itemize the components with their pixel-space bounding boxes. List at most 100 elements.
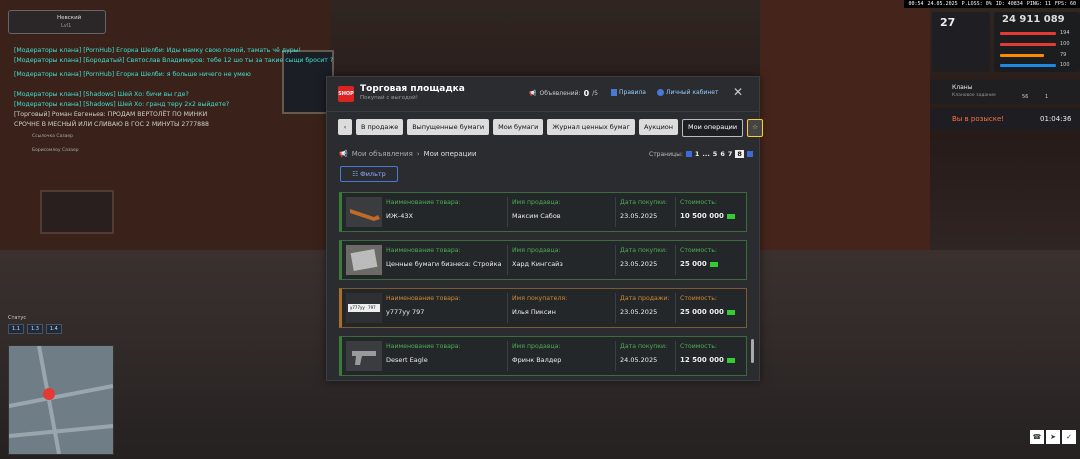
item-name: ИЖ-43Х (386, 212, 413, 220)
page-link[interactable]: 5 (713, 150, 718, 158)
breadcrumb-my-ads[interactable]: Мои объявления (352, 150, 413, 158)
prev-page-arrow-icon[interactable] (685, 151, 692, 157)
oxygen-bar (1000, 64, 1056, 67)
price-col: Стоимость: 25 000 (680, 247, 718, 268)
filter-icon: ☷ (352, 170, 359, 178)
status-buttons: 1.1 1.3 1.4 (8, 324, 62, 334)
price-value: 25 000 (680, 260, 707, 268)
rules-link[interactable]: Правила (611, 89, 646, 96)
operation-row[interactable]: Наименование товара: Desert Eagle Имя пр… (339, 336, 747, 376)
tab-for-sale[interactable]: В продаже (356, 119, 404, 135)
date-label: Дата продажи: (620, 295, 670, 302)
clan-panel[interactable]: Кланы Клановое задание 56 1 (930, 80, 1080, 104)
chat-line: [Модераторы клана] [Shadows] Шей Хо: бич… (14, 91, 189, 98)
pages-label: Страницы: (649, 150, 683, 158)
level-number: 27 (940, 16, 956, 29)
breadcrumb-current: Мои операции (423, 150, 477, 158)
chat-line: [Модераторы клана] [PornHub] Егорка Шелб… (14, 71, 251, 78)
tab-my-operations[interactable]: Мои операции (682, 119, 744, 137)
nearby-player: Ссылочка Сазаер (32, 134, 74, 139)
operation-row[interactable]: Наименование товара: Ценные бумаги бизне… (339, 240, 747, 280)
wanted-panel: Вы в розыске! 01:04:36 (930, 108, 1080, 130)
phone-icon[interactable]: ☎ (1030, 430, 1044, 444)
filter-button[interactable]: ☷ Фильтр (340, 166, 398, 182)
user-icon (657, 89, 664, 96)
wanted-text: Вы в розыске! (952, 115, 1005, 123)
item-name: Ценные бумаги бизнеса: Стройка (386, 260, 502, 268)
fps: FPS: 60 (1054, 1, 1076, 7)
marketplace-window: SHOP Торговая площадка Покупай с выгодой… (326, 76, 763, 381)
bottom-right-icons: ☎ ➤ ✓ (1030, 430, 1076, 444)
back-button[interactable]: ‹ (338, 119, 352, 135)
date-value: 24.05.2025 (620, 356, 658, 364)
date-label: Дата покупки: (620, 343, 668, 350)
breadcrumb: 📢 Мои объявления › Мои операции (339, 150, 477, 158)
person-name: Максим Сабов (512, 212, 561, 220)
divider (615, 293, 616, 323)
ads-counter: 📢 Объявлений: 0 /5 (529, 89, 598, 98)
send-icon[interactable]: ➤ (1046, 430, 1060, 444)
tab-issued-papers[interactable]: Выпущенные бумаги (407, 119, 490, 135)
divider (615, 341, 616, 371)
divider (615, 197, 616, 227)
player-marker-icon (43, 388, 55, 400)
cash-icon (726, 213, 735, 219)
check-icon[interactable]: ✓ (1062, 430, 1076, 444)
person-col: Имя продавца: Максим Сабов (512, 199, 561, 220)
chat-line: [Модераторы клана] [Бородатый] Святослав… (14, 57, 334, 64)
item-name-label: Наименование товара: (386, 199, 461, 206)
personal-cabinet-link[interactable]: Личный кабинет (657, 89, 718, 96)
page-link[interactable]: 6 (720, 150, 725, 158)
price-col: Стоимость: 12 500 000 (680, 343, 735, 364)
close-icon[interactable]: ✕ (733, 85, 743, 99)
chat-log: [Модераторы клана] [PornHub] Егорка Шелб… (14, 46, 334, 156)
operation-row[interactable]: Наименование товара: ИЖ-43Х Имя продавца… (339, 192, 747, 232)
page-link[interactable]: 7 (728, 150, 733, 158)
health-value: 194 (1060, 30, 1070, 36)
player-sub: Lvl1 (61, 23, 72, 29)
status-button[interactable]: 1.1 (8, 324, 24, 334)
armor-bar (1000, 43, 1056, 46)
date: 24.05.2025 (927, 1, 958, 7)
price-value: 25 000 000 (680, 308, 724, 316)
favorites-star-icon[interactable]: ☆ (747, 119, 763, 137)
rules-label: Правила (619, 89, 646, 96)
date-col: Дата покупки: 23.05.2025 (620, 247, 667, 268)
divider (507, 245, 508, 275)
date-col: Дата покупки: 24.05.2025 (620, 343, 667, 364)
price-value: 12 500 000 (680, 356, 724, 364)
filter-label: Фильтр (360, 170, 386, 178)
page-link[interactable]: 1 (695, 150, 700, 158)
person-label: Имя продавца: (512, 343, 561, 350)
chat-line: [Торговый] Роман Евгеньев: ПРОДАМ ВЕРТОЛ… (14, 111, 208, 118)
clan-label: Кланы (952, 84, 973, 91)
oxygen-value: 100 (1060, 62, 1070, 68)
date-col: Дата покупки: 23.05.2025 (620, 199, 667, 220)
price-value: 10 500 000 (680, 212, 724, 220)
marketplace-subtitle: Покупай с выгодой! (360, 95, 418, 101)
status-button[interactable]: 1.4 (45, 324, 62, 334)
tab-my-papers[interactable]: Мои бумаги (493, 119, 544, 135)
price-label: Стоимость: (680, 199, 717, 206)
person-label: Имя продавца: (512, 199, 561, 206)
list-scrollbar[interactable] (751, 339, 754, 363)
next-page-arrow-icon[interactable] (746, 151, 753, 157)
item-name-col: Наименование товара: у777уу 797 (386, 295, 461, 316)
item-name-col: Наименование товара: Ценные бумаги бизне… (386, 247, 502, 268)
tab-auction[interactable]: Аукцион (638, 119, 679, 135)
chat-line: [Модераторы клана] [Shadows] Шей Хо: гра… (14, 101, 230, 108)
health-bar (1000, 32, 1056, 35)
cabinet-label: Личный кабинет (666, 89, 719, 96)
item-name-col: Наименование товара: Desert Eagle (386, 343, 461, 364)
status-button[interactable]: 1.3 (26, 324, 43, 334)
pistol-icon (346, 341, 382, 371)
operation-row[interactable]: у777уу 797 Наименование товара: у777уу 7… (339, 288, 747, 328)
tab-securities-journal[interactable]: Журнал ценных бумаг (547, 119, 635, 135)
nearby-player: Борисомлоу Сазаер (32, 148, 79, 153)
megaphone-icon: 📢 (529, 90, 537, 97)
player-id: ID: 40834 (995, 1, 1023, 7)
page-current[interactable]: 8 (735, 150, 744, 158)
minimap[interactable] (8, 345, 114, 455)
price-label: Стоимость: (680, 343, 717, 350)
divider (507, 293, 508, 323)
